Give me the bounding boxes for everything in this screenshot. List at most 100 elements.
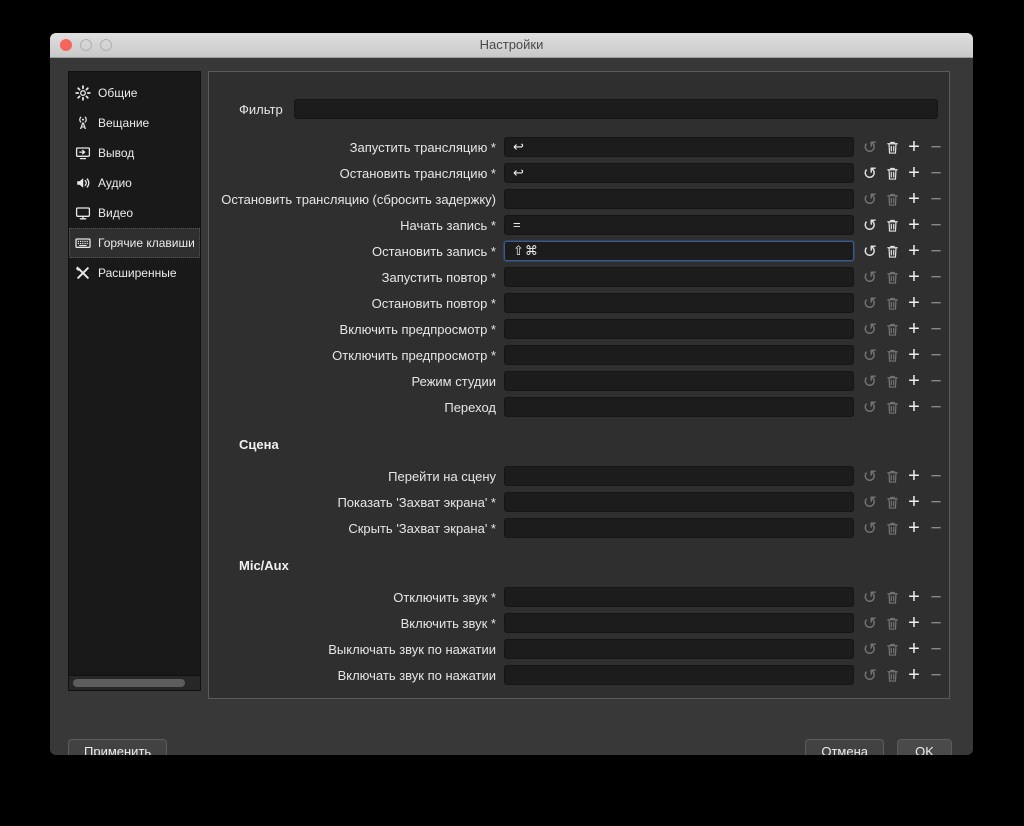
revert-icon[interactable]: ↺ <box>859 319 881 339</box>
plus-icon[interactable]: + <box>903 267 925 287</box>
trash-icon[interactable] <box>881 613 903 633</box>
scrollbar-thumb[interactable] <box>73 679 185 687</box>
plus-icon[interactable]: + <box>903 163 925 183</box>
revert-icon[interactable]: ↺ <box>859 345 881 365</box>
trash-icon[interactable] <box>881 241 903 261</box>
plus-icon[interactable]: + <box>903 189 925 209</box>
hotkey-input[interactable] <box>504 466 854 486</box>
minus-icon[interactable]: − <box>925 371 947 391</box>
trash-icon[interactable] <box>881 518 903 538</box>
hotkey-input[interactable] <box>504 189 854 209</box>
minus-icon[interactable]: − <box>925 466 947 486</box>
trash-icon[interactable] <box>881 293 903 313</box>
title-bar[interactable]: Настройки <box>50 33 973 58</box>
minus-icon[interactable]: − <box>925 241 947 261</box>
plus-icon[interactable]: + <box>903 466 925 486</box>
plus-icon[interactable]: + <box>903 639 925 659</box>
plus-icon[interactable]: + <box>903 397 925 417</box>
plus-icon[interactable]: + <box>903 492 925 512</box>
plus-icon[interactable]: + <box>903 518 925 538</box>
plus-icon[interactable]: + <box>903 613 925 633</box>
revert-icon[interactable]: ↺ <box>859 665 881 685</box>
revert-icon[interactable]: ↺ <box>859 215 881 235</box>
trash-icon[interactable] <box>881 163 903 183</box>
hotkey-input[interactable] <box>504 518 854 538</box>
plus-icon[interactable]: + <box>903 215 925 235</box>
revert-icon[interactable]: ↺ <box>859 397 881 417</box>
trash-icon[interactable] <box>881 639 903 659</box>
hotkey-input[interactable] <box>504 345 854 365</box>
minus-icon[interactable]: − <box>925 189 947 209</box>
minus-icon[interactable]: − <box>925 639 947 659</box>
apply-button[interactable]: Применить <box>68 739 167 755</box>
minus-icon[interactable]: − <box>925 518 947 538</box>
trash-icon[interactable] <box>881 189 903 209</box>
revert-icon[interactable]: ↺ <box>859 189 881 209</box>
hotkey-input[interactable] <box>504 492 854 512</box>
minus-icon[interactable]: − <box>925 267 947 287</box>
plus-icon[interactable]: + <box>903 587 925 607</box>
minus-icon[interactable]: − <box>925 345 947 365</box>
revert-icon[interactable]: ↺ <box>859 371 881 391</box>
minus-icon[interactable]: − <box>925 215 947 235</box>
hotkey-input[interactable] <box>504 319 854 339</box>
minus-icon[interactable]: − <box>925 137 947 157</box>
trash-icon[interactable] <box>881 587 903 607</box>
minus-icon[interactable]: − <box>925 613 947 633</box>
plus-icon[interactable]: + <box>903 345 925 365</box>
plus-icon[interactable]: + <box>903 319 925 339</box>
revert-icon[interactable]: ↺ <box>859 137 881 157</box>
sidebar-horizontal-scrollbar[interactable] <box>69 675 200 690</box>
minus-icon[interactable]: − <box>925 397 947 417</box>
trash-icon[interactable] <box>881 397 903 417</box>
hotkey-input[interactable] <box>504 639 854 659</box>
sidebar-item-вывод[interactable]: Вывод <box>69 138 200 168</box>
revert-icon[interactable]: ↺ <box>859 613 881 633</box>
minus-icon[interactable]: − <box>925 492 947 512</box>
trash-icon[interactable] <box>881 665 903 685</box>
sidebar-item-видео[interactable]: Видео <box>69 198 200 228</box>
hotkey-input[interactable]: = <box>504 215 854 235</box>
minus-icon[interactable]: − <box>925 293 947 313</box>
sidebar-item-расширенные[interactable]: Расширенные <box>69 258 200 288</box>
hotkey-input[interactable]: ↩ <box>504 163 854 183</box>
sidebar-item-горячие-клавиши[interactable]: Горячие клавиши <box>69 228 200 258</box>
revert-icon[interactable]: ↺ <box>859 639 881 659</box>
hotkey-input[interactable]: ↩ <box>504 137 854 157</box>
cancel-button[interactable]: Отмена <box>805 739 884 755</box>
minus-icon[interactable]: − <box>925 163 947 183</box>
trash-icon[interactable] <box>881 492 903 512</box>
plus-icon[interactable]: + <box>903 293 925 313</box>
minimize-button-icon[interactable] <box>80 39 92 51</box>
plus-icon[interactable]: + <box>903 137 925 157</box>
trash-icon[interactable] <box>881 215 903 235</box>
hotkey-input[interactable] <box>504 293 854 313</box>
hotkey-input[interactable] <box>504 267 854 287</box>
hotkey-input[interactable] <box>504 613 854 633</box>
plus-icon[interactable]: + <box>903 241 925 261</box>
sidebar-item-общие[interactable]: Общие <box>69 78 200 108</box>
revert-icon[interactable]: ↺ <box>859 587 881 607</box>
plus-icon[interactable]: + <box>903 665 925 685</box>
hotkey-input[interactable] <box>504 665 854 685</box>
hotkey-input[interactable]: ⇧⌘ <box>504 241 854 261</box>
zoom-button-icon[interactable] <box>100 39 112 51</box>
trash-icon[interactable] <box>881 345 903 365</box>
trash-icon[interactable] <box>881 371 903 391</box>
minus-icon[interactable]: − <box>925 665 947 685</box>
revert-icon[interactable]: ↺ <box>859 466 881 486</box>
sidebar-item-аудио[interactable]: Аудио <box>69 168 200 198</box>
filter-input[interactable] <box>294 99 938 119</box>
plus-icon[interactable]: + <box>903 371 925 391</box>
hotkey-input[interactable] <box>504 397 854 417</box>
hotkey-input[interactable] <box>504 587 854 607</box>
trash-icon[interactable] <box>881 319 903 339</box>
minus-icon[interactable]: − <box>925 587 947 607</box>
revert-icon[interactable]: ↺ <box>859 241 881 261</box>
trash-icon[interactable] <box>881 137 903 157</box>
trash-icon[interactable] <box>881 466 903 486</box>
revert-icon[interactable]: ↺ <box>859 267 881 287</box>
trash-icon[interactable] <box>881 267 903 287</box>
close-button-icon[interactable] <box>60 39 72 51</box>
minus-icon[interactable]: − <box>925 319 947 339</box>
